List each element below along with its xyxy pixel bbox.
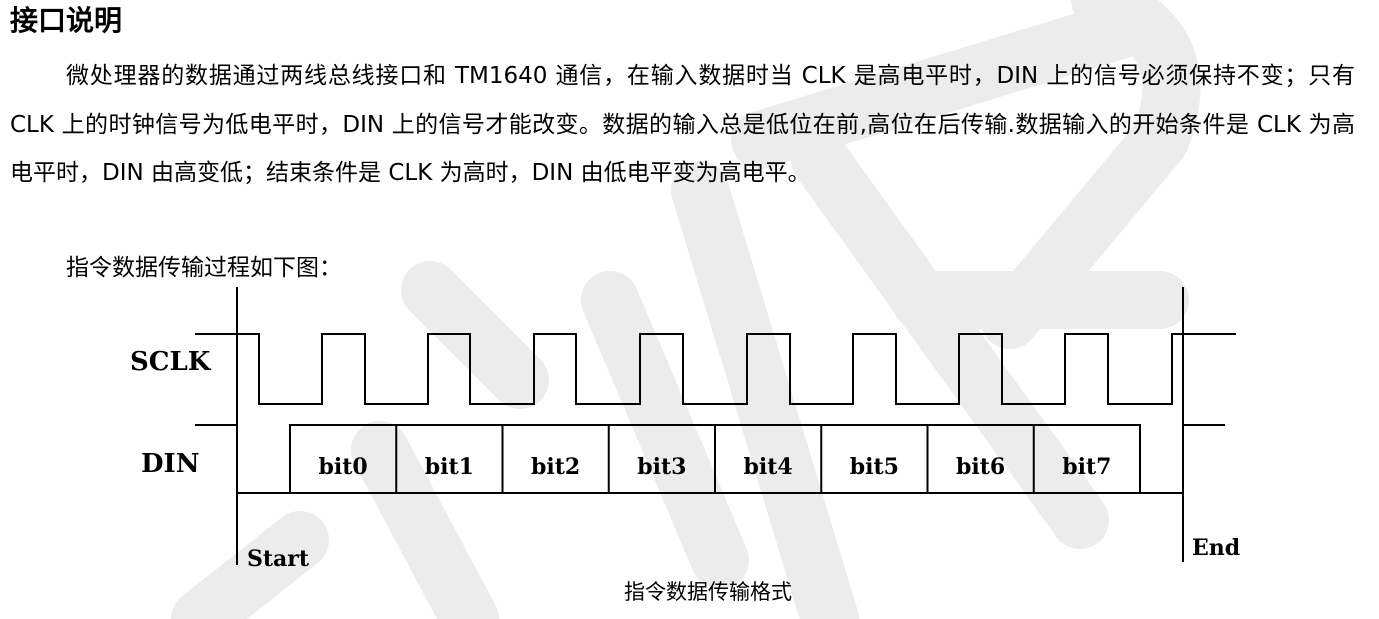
bit-label-2: bit2 — [531, 454, 580, 480]
din-waveform-low — [195, 424, 290, 494]
interface-description-paragraph: 微处理器的数据通过两线总线接口和 TM1640 通信，在输入数据时当 CLK 是… — [10, 63, 1355, 186]
bit-label-1: bit1 — [425, 454, 474, 480]
bit-label-3: bit3 — [637, 454, 686, 480]
bit-label-6: bit6 — [956, 454, 1005, 480]
bit-label-0: bit0 — [319, 454, 368, 480]
bit-label-7: bit7 — [1062, 454, 1111, 480]
figure-caption: 指令数据传输格式 — [624, 580, 792, 604]
transfer-intro-paragraph: 指令数据传输过程如下图： — [66, 255, 342, 281]
start-label: Start — [247, 546, 310, 572]
din-waveform-end — [1140, 424, 1225, 494]
bit-label-5: bit5 — [850, 454, 899, 480]
end-label: End — [1192, 535, 1240, 561]
din-label: DIN — [141, 449, 199, 479]
sclk-label: SCLK — [130, 347, 212, 377]
sclk-waveform — [195, 333, 1236, 405]
bit-label-4: bit4 — [744, 454, 793, 480]
section-heading: 接口说明 — [10, 4, 123, 37]
